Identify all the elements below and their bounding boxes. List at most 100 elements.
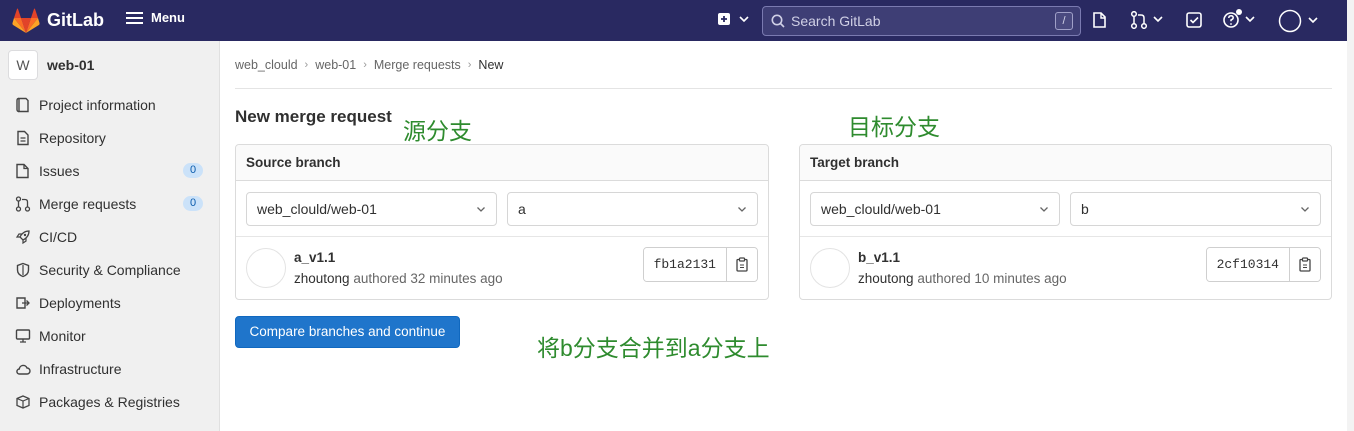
commit-sha[interactable]: 2cf10314 <box>1206 248 1289 281</box>
commit-time: authored 32 minutes ago <box>353 271 503 286</box>
commit-meta: zhoutong authored 32 minutes ago <box>294 271 503 286</box>
copy-sha-button[interactable] <box>1289 248 1320 281</box>
chevron-down-icon <box>1300 193 1310 225</box>
commit-sha-group: 2cf10314 <box>1205 247 1321 282</box>
sidebar-item-monitor[interactable]: Monitor <box>0 319 220 352</box>
gitlab-logo-icon[interactable] <box>12 8 40 34</box>
cloud-icon <box>15 361 31 377</box>
issues-count-badge: 0 <box>183 163 203 178</box>
commit-meta: zhoutong authored 10 minutes ago <box>858 271 1067 286</box>
sidebar: W web-01 Project information Repository … <box>0 41 220 431</box>
source-commit: a_v1.1 zhoutong authored 32 minutes ago … <box>236 237 768 299</box>
breadcrumb-current[interactable]: New <box>478 58 503 72</box>
copy-sha-button[interactable] <box>726 248 757 281</box>
todo-nav-icon[interactable] <box>1185 11 1203 34</box>
commit-author[interactable]: zhoutong <box>294 271 350 286</box>
chevron-down-icon <box>476 193 486 225</box>
chevron-right-icon: › <box>304 59 309 71</box>
sidebar-item-label: Packages & Registries <box>39 393 180 410</box>
menu-button[interactable]: Menu <box>126 10 185 25</box>
search-icon <box>771 14 785 28</box>
target-branch-panel: Target branch web_clould/web-01 b b_v1.1… <box>799 144 1332 300</box>
sidebar-item-label: Project information <box>39 96 156 113</box>
sidebar-item-label: CI/CD <box>39 228 78 245</box>
target-project-value: web_clould/web-01 <box>821 201 941 217</box>
deployments-icon <box>15 295 31 311</box>
sidebar-item-repository[interactable]: Repository <box>0 121 220 154</box>
sidebar-item-security[interactable]: Security & Compliance <box>0 253 220 286</box>
search-input[interactable]: Search GitLab / <box>762 6 1081 36</box>
source-branch-panel: Source branch web_clould/web-01 a a_v1.1… <box>235 144 769 300</box>
commit-time: authored 10 minutes ago <box>917 271 1067 286</box>
rocket-icon <box>15 229 31 245</box>
search-shortcut-key: / <box>1055 12 1073 30</box>
source-project-select[interactable]: web_clould/web-01 <box>246 192 497 226</box>
hamburger-icon <box>126 11 143 24</box>
sidebar-item-label: Infrastructure <box>39 360 122 377</box>
chevron-right-icon: › <box>467 59 472 71</box>
doc-icon <box>15 130 31 146</box>
sidebar-item-label: Deployments <box>39 294 121 311</box>
project-avatar: W <box>8 50 38 80</box>
sidebar-item-label: Monitor <box>39 327 86 344</box>
new-dropdown-button[interactable] <box>717 11 749 34</box>
project-header[interactable]: W web-01 <box>8 50 94 80</box>
target-project-select[interactable]: web_clould/web-01 <box>810 192 1060 226</box>
sidebar-item-label: Merge requests <box>39 195 137 212</box>
clipboard-icon <box>736 257 748 272</box>
commit-sha[interactable]: fb1a2131 <box>643 248 726 281</box>
user-avatar-menu[interactable] <box>1278 9 1320 38</box>
top-navbar: GitLab Menu Search GitLab / <box>0 0 1347 41</box>
sidebar-item-label: Issues <box>39 162 80 179</box>
merge-requests-count-badge: 0 <box>183 196 203 211</box>
chevron-right-icon: › <box>363 59 367 71</box>
shield-icon <box>15 262 31 278</box>
brand-name[interactable]: GitLab <box>47 10 104 31</box>
target-commit: b_v1.1 zhoutong authored 10 minutes ago … <box>800 237 1331 299</box>
breadcrumb-item[interactable]: web-01 <box>315 58 356 72</box>
info-icon <box>15 97 31 113</box>
avatar[interactable] <box>810 248 850 288</box>
avatar[interactable] <box>246 248 286 288</box>
source-branch-header: Source branch <box>236 145 768 181</box>
commit-title[interactable]: b_v1.1 <box>858 250 900 265</box>
sidebar-item-issues[interactable]: Issues 0 <box>0 154 220 187</box>
compare-branches-button[interactable]: Compare branches and continue <box>235 316 460 348</box>
monitor-icon <box>15 328 31 344</box>
project-name: web-01 <box>47 57 95 73</box>
page-scrollbar[interactable] <box>1347 0 1354 431</box>
page-title: New merge request <box>235 107 392 126</box>
sidebar-item-project-information[interactable]: Project information <box>0 88 220 121</box>
divider <box>235 88 1332 89</box>
sidebar-item-deployments[interactable]: Deployments <box>0 286 220 319</box>
sidebar-item-label: Security & Compliance <box>39 261 181 278</box>
package-icon <box>15 394 31 410</box>
breadcrumb-item[interactable]: Merge requests <box>374 58 461 72</box>
source-project-value: web_clould/web-01 <box>257 201 377 217</box>
merge-requests-nav-icon[interactable] <box>1130 10 1164 34</box>
sidebar-item-label: Repository <box>39 129 106 146</box>
commit-sha-group: fb1a2131 <box>642 247 758 282</box>
menu-label: Menu <box>151 10 185 25</box>
source-branch-select[interactable]: a <box>507 192 758 226</box>
target-branch-select[interactable]: b <box>1070 192 1321 226</box>
breadcrumb-item[interactable]: web_clould <box>235 58 298 72</box>
annotation-source: 源分支 <box>403 118 472 144</box>
issues-icon <box>15 163 31 179</box>
commit-author[interactable]: zhoutong <box>858 271 914 286</box>
chevron-down-icon <box>737 193 747 225</box>
target-branch-header: Target branch <box>800 145 1331 181</box>
source-branch-value: a <box>518 201 526 217</box>
help-nav-icon[interactable] <box>1222 8 1256 35</box>
breadcrumb: web_clould › web-01 › Merge requests › N… <box>235 58 503 72</box>
issues-nav-icon[interactable] <box>1092 11 1108 34</box>
clipboard-icon <box>1299 257 1311 272</box>
merge-request-icon <box>15 195 31 212</box>
sidebar-item-merge-requests[interactable]: Merge requests 0 <box>0 187 220 220</box>
annotation-target: 目标分支 <box>848 114 940 140</box>
sidebar-item-packages[interactable]: Packages & Registries <box>0 385 220 418</box>
sidebar-item-infrastructure[interactable]: Infrastructure <box>0 352 220 385</box>
sidebar-item-ci-cd[interactable]: CI/CD <box>0 220 220 253</box>
commit-title[interactable]: a_v1.1 <box>294 250 335 265</box>
annotation-merge-note: 将b分支合并到a分支上 <box>537 335 770 361</box>
